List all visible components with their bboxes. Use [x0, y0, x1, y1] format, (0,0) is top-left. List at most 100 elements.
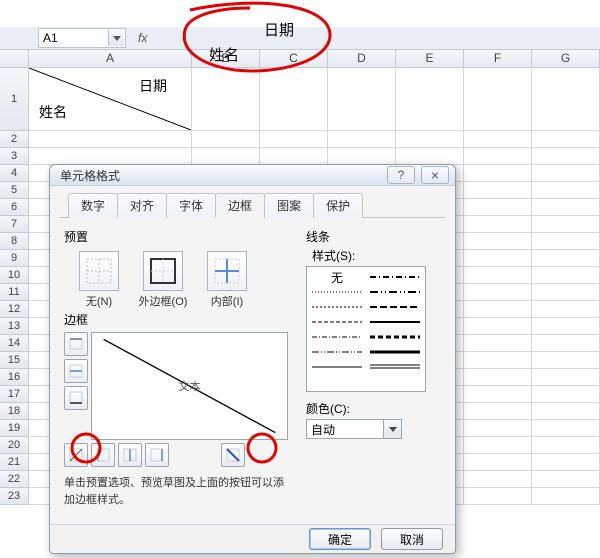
row-header-11[interactable]: 11 [0, 284, 29, 301]
col-header-E[interactable]: E [396, 49, 464, 68]
tab-pattern[interactable]: 图案 [264, 193, 314, 218]
cell-G10[interactable] [532, 267, 600, 284]
row-header-13[interactable]: 13 [0, 318, 29, 335]
cell-F21[interactable] [464, 454, 532, 471]
cell-G14[interactable] [532, 335, 600, 352]
cell-A3[interactable] [29, 148, 192, 165]
cell-G23[interactable] [532, 488, 600, 505]
cell-C3[interactable] [260, 148, 328, 165]
cell-G11[interactable] [532, 284, 600, 301]
cell-F23[interactable] [464, 488, 532, 505]
line-style-13[interactable] [368, 361, 422, 373]
row-header-8[interactable]: 8 [0, 233, 29, 250]
cell-F15[interactable] [464, 352, 532, 369]
row-header-19[interactable]: 19 [0, 420, 29, 437]
cell-B2[interactable] [192, 131, 260, 148]
row-header-23[interactable]: 23 [0, 488, 29, 505]
row-header-1[interactable]: 1 [0, 68, 29, 131]
cell-D3[interactable] [328, 148, 396, 165]
cell-G20[interactable] [532, 437, 600, 454]
line-style-1[interactable] [310, 286, 364, 298]
border-right-button[interactable] [145, 443, 169, 467]
tab-protection[interactable]: 保护 [313, 193, 363, 218]
row-header-21[interactable]: 21 [0, 454, 29, 471]
cell-G12[interactable] [532, 301, 600, 318]
cell-G5[interactable] [532, 182, 600, 199]
cell-G15[interactable] [532, 352, 600, 369]
cell-B1[interactable] [192, 68, 260, 131]
col-header-A[interactable]: A [29, 49, 192, 68]
row-header-16[interactable]: 16 [0, 369, 29, 386]
name-box[interactable]: A1 [38, 28, 126, 48]
tab-alignment[interactable]: 对齐 [117, 193, 167, 218]
cell-G3[interactable] [532, 148, 600, 165]
row-header-10[interactable]: 10 [0, 267, 29, 284]
name-box-dropdown-icon[interactable] [108, 30, 124, 46]
line-style-9[interactable] [368, 301, 422, 313]
row-header-7[interactable]: 7 [0, 216, 29, 233]
dialog-titlebar[interactable]: 单元格格式 ? × [50, 165, 455, 186]
line-style-6[interactable] [310, 361, 364, 373]
cell-G9[interactable] [532, 250, 600, 267]
row-header-14[interactable]: 14 [0, 335, 29, 352]
cell-G19[interactable] [532, 420, 600, 437]
cell-G18[interactable] [532, 403, 600, 420]
cell-E3[interactable] [396, 148, 464, 165]
cell-F6[interactable] [464, 199, 532, 216]
cell-G8[interactable] [532, 233, 600, 250]
col-header-C[interactable]: C [260, 49, 328, 68]
cell-G2[interactable] [532, 131, 600, 148]
line-style-11[interactable] [368, 331, 422, 343]
cell-G7[interactable] [532, 216, 600, 233]
cell-G17[interactable] [532, 386, 600, 403]
cell-D2[interactable] [328, 131, 396, 148]
row-header-20[interactable]: 20 [0, 437, 29, 454]
cell-F9[interactable] [464, 250, 532, 267]
cancel-button[interactable]: 取消 [381, 528, 443, 550]
cell-G1[interactable] [532, 68, 600, 131]
cell-F8[interactable] [464, 233, 532, 250]
row-header-6[interactable]: 6 [0, 199, 29, 216]
tab-font[interactable]: 字体 [166, 193, 216, 218]
row-header-5[interactable]: 5 [0, 182, 29, 199]
row-header-17[interactable]: 17 [0, 386, 29, 403]
line-style-4[interactable] [310, 331, 364, 343]
cell-G22[interactable] [532, 471, 600, 488]
cell-F5[interactable] [464, 182, 532, 199]
cell-E2[interactable] [396, 131, 464, 148]
cell-C1[interactable] [260, 68, 328, 131]
line-style-none[interactable]: 无 [310, 271, 364, 283]
cell-A1[interactable]: 日期 姓名 [29, 68, 192, 131]
cell-F13[interactable] [464, 318, 532, 335]
dialog-close-button[interactable]: × [421, 166, 449, 184]
cell-F3[interactable] [464, 148, 532, 165]
ok-button[interactable]: 确定 [309, 528, 371, 550]
row-header-9[interactable]: 9 [0, 250, 29, 267]
cell-G21[interactable] [532, 454, 600, 471]
cell-F4[interactable] [464, 165, 532, 182]
tab-number[interactable]: 数字 [68, 193, 118, 218]
cell-F19[interactable] [464, 420, 532, 437]
cell-F22[interactable] [464, 471, 532, 488]
cell-F11[interactable] [464, 284, 532, 301]
cell-G16[interactable] [532, 369, 600, 386]
line-style-7[interactable] [368, 271, 422, 283]
tab-border[interactable]: 边框 [215, 193, 265, 218]
line-style-2[interactable] [310, 301, 364, 313]
line-style-8[interactable] [368, 286, 422, 298]
preset-none[interactable]: 无(N) [70, 251, 128, 309]
cell-F1[interactable] [464, 68, 532, 131]
preset-inside[interactable]: 内部(I) [198, 251, 256, 309]
border-left-button[interactable] [91, 443, 115, 467]
line-style-5[interactable] [310, 346, 364, 358]
cell-F12[interactable] [464, 301, 532, 318]
border-bottom-button[interactable] [64, 386, 88, 410]
col-header-G[interactable]: G [532, 49, 600, 68]
line-style-10[interactable] [368, 316, 422, 328]
line-style-list[interactable]: 无 [306, 266, 426, 392]
border-diag-up-button[interactable] [221, 443, 245, 467]
cell-F16[interactable] [464, 369, 532, 386]
cell-F7[interactable] [464, 216, 532, 233]
fx-label[interactable]: fx [138, 31, 147, 45]
select-all-corner[interactable] [0, 49, 29, 68]
